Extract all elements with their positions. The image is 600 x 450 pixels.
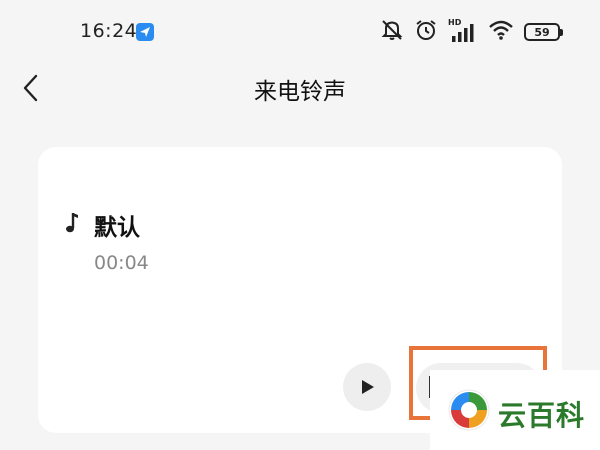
signal-icon: HD bbox=[448, 18, 478, 44]
ringtone-name: 默认 bbox=[94, 215, 140, 241]
status-time: 16:24 bbox=[80, 20, 138, 42]
music-note-icon bbox=[64, 210, 82, 236]
battery-icon: 59 bbox=[524, 23, 563, 41]
watermark-logo-icon bbox=[447, 388, 491, 432]
page-title: 来电铃声 bbox=[254, 79, 346, 105]
play-button[interactable] bbox=[343, 363, 391, 411]
play-icon bbox=[362, 380, 374, 394]
mute-icon bbox=[380, 18, 404, 46]
alarm-icon bbox=[414, 18, 438, 46]
watermark-text: 云百科 bbox=[498, 399, 586, 432]
ringtone-duration: 00:04 bbox=[94, 252, 149, 274]
battery-level: 59 bbox=[534, 25, 550, 39]
wifi-icon bbox=[488, 18, 514, 46]
status-icons: HD 59 bbox=[380, 18, 563, 46]
status-bar: 16:24 HD 59 bbox=[0, 0, 600, 66]
navigation-app-icon bbox=[136, 23, 154, 41]
